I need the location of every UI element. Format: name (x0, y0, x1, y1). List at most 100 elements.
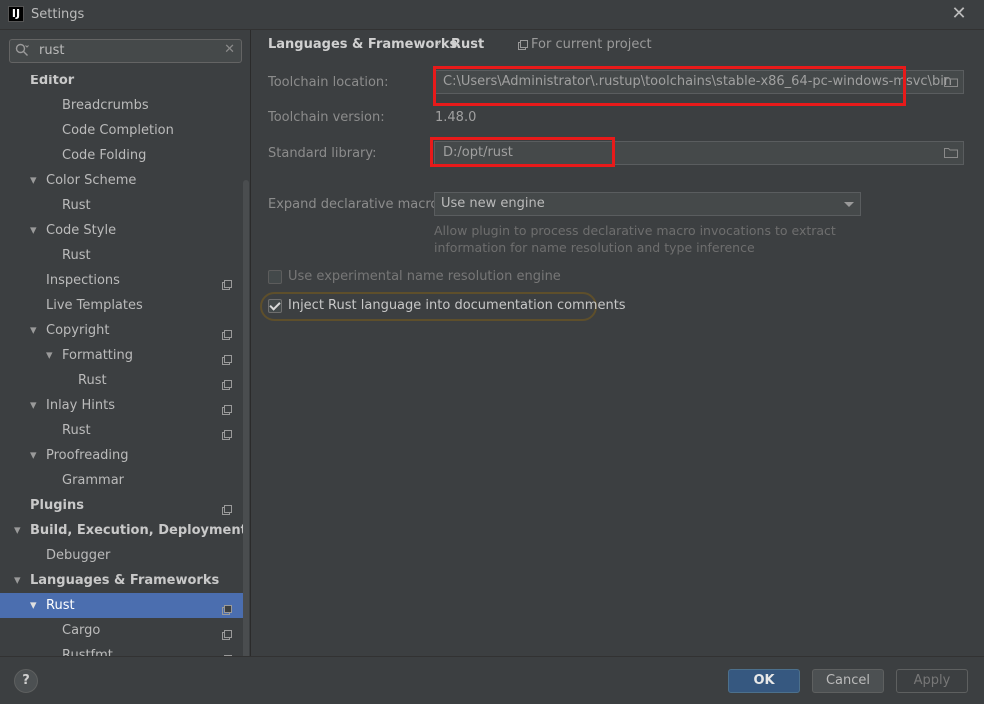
sidebar-item-code-folding[interactable]: Code Folding (0, 143, 243, 168)
sidebar-item-code-completion[interactable]: Code Completion (0, 118, 243, 143)
sidebar-item-build-execution-deployment[interactable]: ▾ Build, Execution, Deployment (0, 518, 243, 543)
project-scope-icon (222, 425, 233, 440)
sidebar-item-plugins[interactable]: Plugins (0, 493, 243, 518)
settings-tree: Editor Breadcrumbs Code Completion Code Fol… (0, 75, 243, 656)
sidebar-item-debugger[interactable]: Debugger (0, 543, 243, 568)
sidebar-item-label: Inspections (46, 273, 120, 288)
sidebar-item-grammar[interactable]: Grammar (0, 468, 243, 493)
inject-rust-row[interactable]: Inject Rust language into documentation … (268, 296, 626, 316)
intellij-logo-icon: IJ (8, 6, 24, 22)
search-icon (15, 43, 29, 56)
sidebar-item-label: Rust (46, 598, 75, 613)
sidebar-item-label: Rust (62, 423, 91, 438)
project-scope-icon (222, 400, 233, 415)
chevron-down-icon[interactable]: ▾ (30, 443, 42, 468)
standard-library-label: Standard library: (268, 146, 377, 161)
project-scope-icon (222, 500, 233, 515)
project-scope-icon (222, 625, 233, 640)
chevron-down-icon[interactable]: ▾ (30, 318, 42, 343)
expand-macros-value: Use new engine (441, 196, 545, 211)
project-scope-icon (222, 375, 233, 390)
sidebar-item-inlay-hints[interactable]: ▾ Inlay Hints (0, 393, 243, 418)
inject-rust-checkbox[interactable] (268, 299, 282, 313)
sidebar-item-label: Live Templates (46, 298, 143, 313)
sidebar-scrollbar[interactable] (243, 180, 249, 656)
expand-macros-hint: Allow plugin to process declarative macr… (434, 223, 836, 255)
chevron-down-icon[interactable]: ▾ (30, 393, 42, 418)
sidebar-item-label: Cargo (62, 623, 101, 638)
sidebar-item-label: Rustfmt (62, 648, 113, 656)
highlight-box (430, 137, 615, 167)
toolchain-version-value: 1.48.0 (435, 110, 477, 125)
sidebar-item-formatting[interactable]: ▾ Formatting (0, 343, 243, 368)
sidebar-item-rust[interactable]: Rust (0, 243, 243, 268)
sidebar-item-live-templates[interactable]: Live Templates (0, 293, 243, 318)
highlight-box (433, 66, 906, 106)
cancel-button[interactable]: Cancel (812, 669, 884, 693)
scope-label: For current project (531, 37, 652, 52)
sidebar-item-rust[interactable]: Rust (0, 418, 243, 443)
chevron-down-icon[interactable]: ▾ (14, 568, 26, 593)
help-button[interactable]: ? (14, 669, 38, 693)
sidebar-item-label: Copyright (46, 323, 110, 338)
window-title: Settings (31, 7, 85, 22)
sidebar-item-label: Rust (78, 373, 107, 388)
sidebar-item-label: Rust (62, 198, 91, 213)
sidebar-item-label: Inlay Hints (46, 398, 115, 413)
folder-icon[interactable] (944, 76, 958, 87)
folder-icon[interactable] (944, 147, 958, 158)
clear-search-icon[interactable]: ✕ (224, 42, 235, 57)
experimental-resolution-label: Use experimental name resolution engine (288, 269, 561, 284)
sidebar-item-languages-frameworks[interactable]: ▾ Languages & Frameworks (0, 568, 243, 593)
sidebar-item-rust[interactable]: Rust (0, 368, 243, 393)
sidebar-item-rust[interactable]: Rust (0, 193, 243, 218)
chevron-down-icon[interactable]: ▾ (30, 168, 42, 193)
experimental-resolution-checkbox (268, 270, 282, 284)
sidebar-item-label: Proofreading (46, 448, 129, 463)
project-scope-icon (222, 350, 233, 365)
search-field[interactable]: rust ✕ (9, 39, 242, 63)
sidebar-item-label: Build, Execution, Deployment (30, 523, 243, 538)
sidebar-item-label: Breadcrumbs (62, 98, 149, 113)
ok-button[interactable]: OK (728, 669, 800, 693)
chevron-down-icon[interactable]: ▾ (46, 343, 58, 368)
breadcrumb-separator: › (436, 36, 442, 51)
chevron-down-icon[interactable]: ▾ (14, 518, 26, 543)
settings-sidebar: rust ✕ Editor Breadcrumbs Code Completion C… (0, 30, 251, 656)
project-scope-icon (222, 600, 233, 615)
apply-button[interactable]: Apply (896, 669, 968, 693)
sidebar-item-rustfmt[interactable]: Rustfmt (0, 643, 243, 656)
sidebar-item-proofreading[interactable]: ▾ Proofreading (0, 443, 243, 468)
breadcrumb-parent[interactable]: Languages & Frameworks (268, 37, 457, 52)
close-icon[interactable]: ✕ (949, 3, 969, 25)
sidebar-item-label: Editor (30, 75, 75, 88)
sidebar-item-label: Debugger (46, 548, 111, 563)
breadcrumb-current: Rust (451, 37, 485, 52)
sidebar-item-label: Grammar (62, 473, 125, 488)
toolchain-version-label: Toolchain version: (268, 110, 385, 125)
sidebar-item-code-style[interactable]: ▾ Code Style (0, 218, 243, 243)
inject-rust-label[interactable]: Inject Rust language into documentation … (288, 296, 626, 316)
sidebar-item-label: Rust (62, 248, 91, 263)
sidebar-item-label: Code Folding (62, 148, 147, 163)
sidebar-item-label: Formatting (62, 348, 134, 363)
sidebar-item-inspections[interactable]: Inspections (0, 268, 243, 293)
search-input[interactable]: rust (39, 43, 64, 58)
sidebar-item-cargo[interactable]: Cargo (0, 618, 243, 643)
sidebar-item-copyright[interactable]: ▾ Copyright (0, 318, 243, 343)
sidebar-item-label: Code Completion (62, 123, 174, 138)
project-scope-icon (222, 275, 233, 290)
sidebar-item-editor[interactable]: Editor (0, 75, 243, 93)
chevron-down-icon (844, 202, 854, 207)
sidebar-item-rust[interactable]: ▾ Rust (0, 593, 243, 618)
chevron-down-icon[interactable]: ▾ (30, 218, 42, 243)
sidebar-item-label: Code Style (46, 223, 117, 238)
sidebar-item-breadcrumbs[interactable]: Breadcrumbs (0, 93, 243, 118)
project-scope-icon (518, 40, 528, 50)
expand-macros-dropdown[interactable]: Use new engine (434, 192, 861, 216)
experimental-resolution-row: Use experimental name resolution engine (268, 267, 568, 287)
chevron-down-icon[interactable]: ▾ (30, 593, 42, 618)
expand-macros-label: Expand declarative macros: (268, 197, 450, 212)
sidebar-item-label: Color Scheme (46, 173, 137, 188)
sidebar-item-color-scheme[interactable]: ▾ Color Scheme (0, 168, 243, 193)
